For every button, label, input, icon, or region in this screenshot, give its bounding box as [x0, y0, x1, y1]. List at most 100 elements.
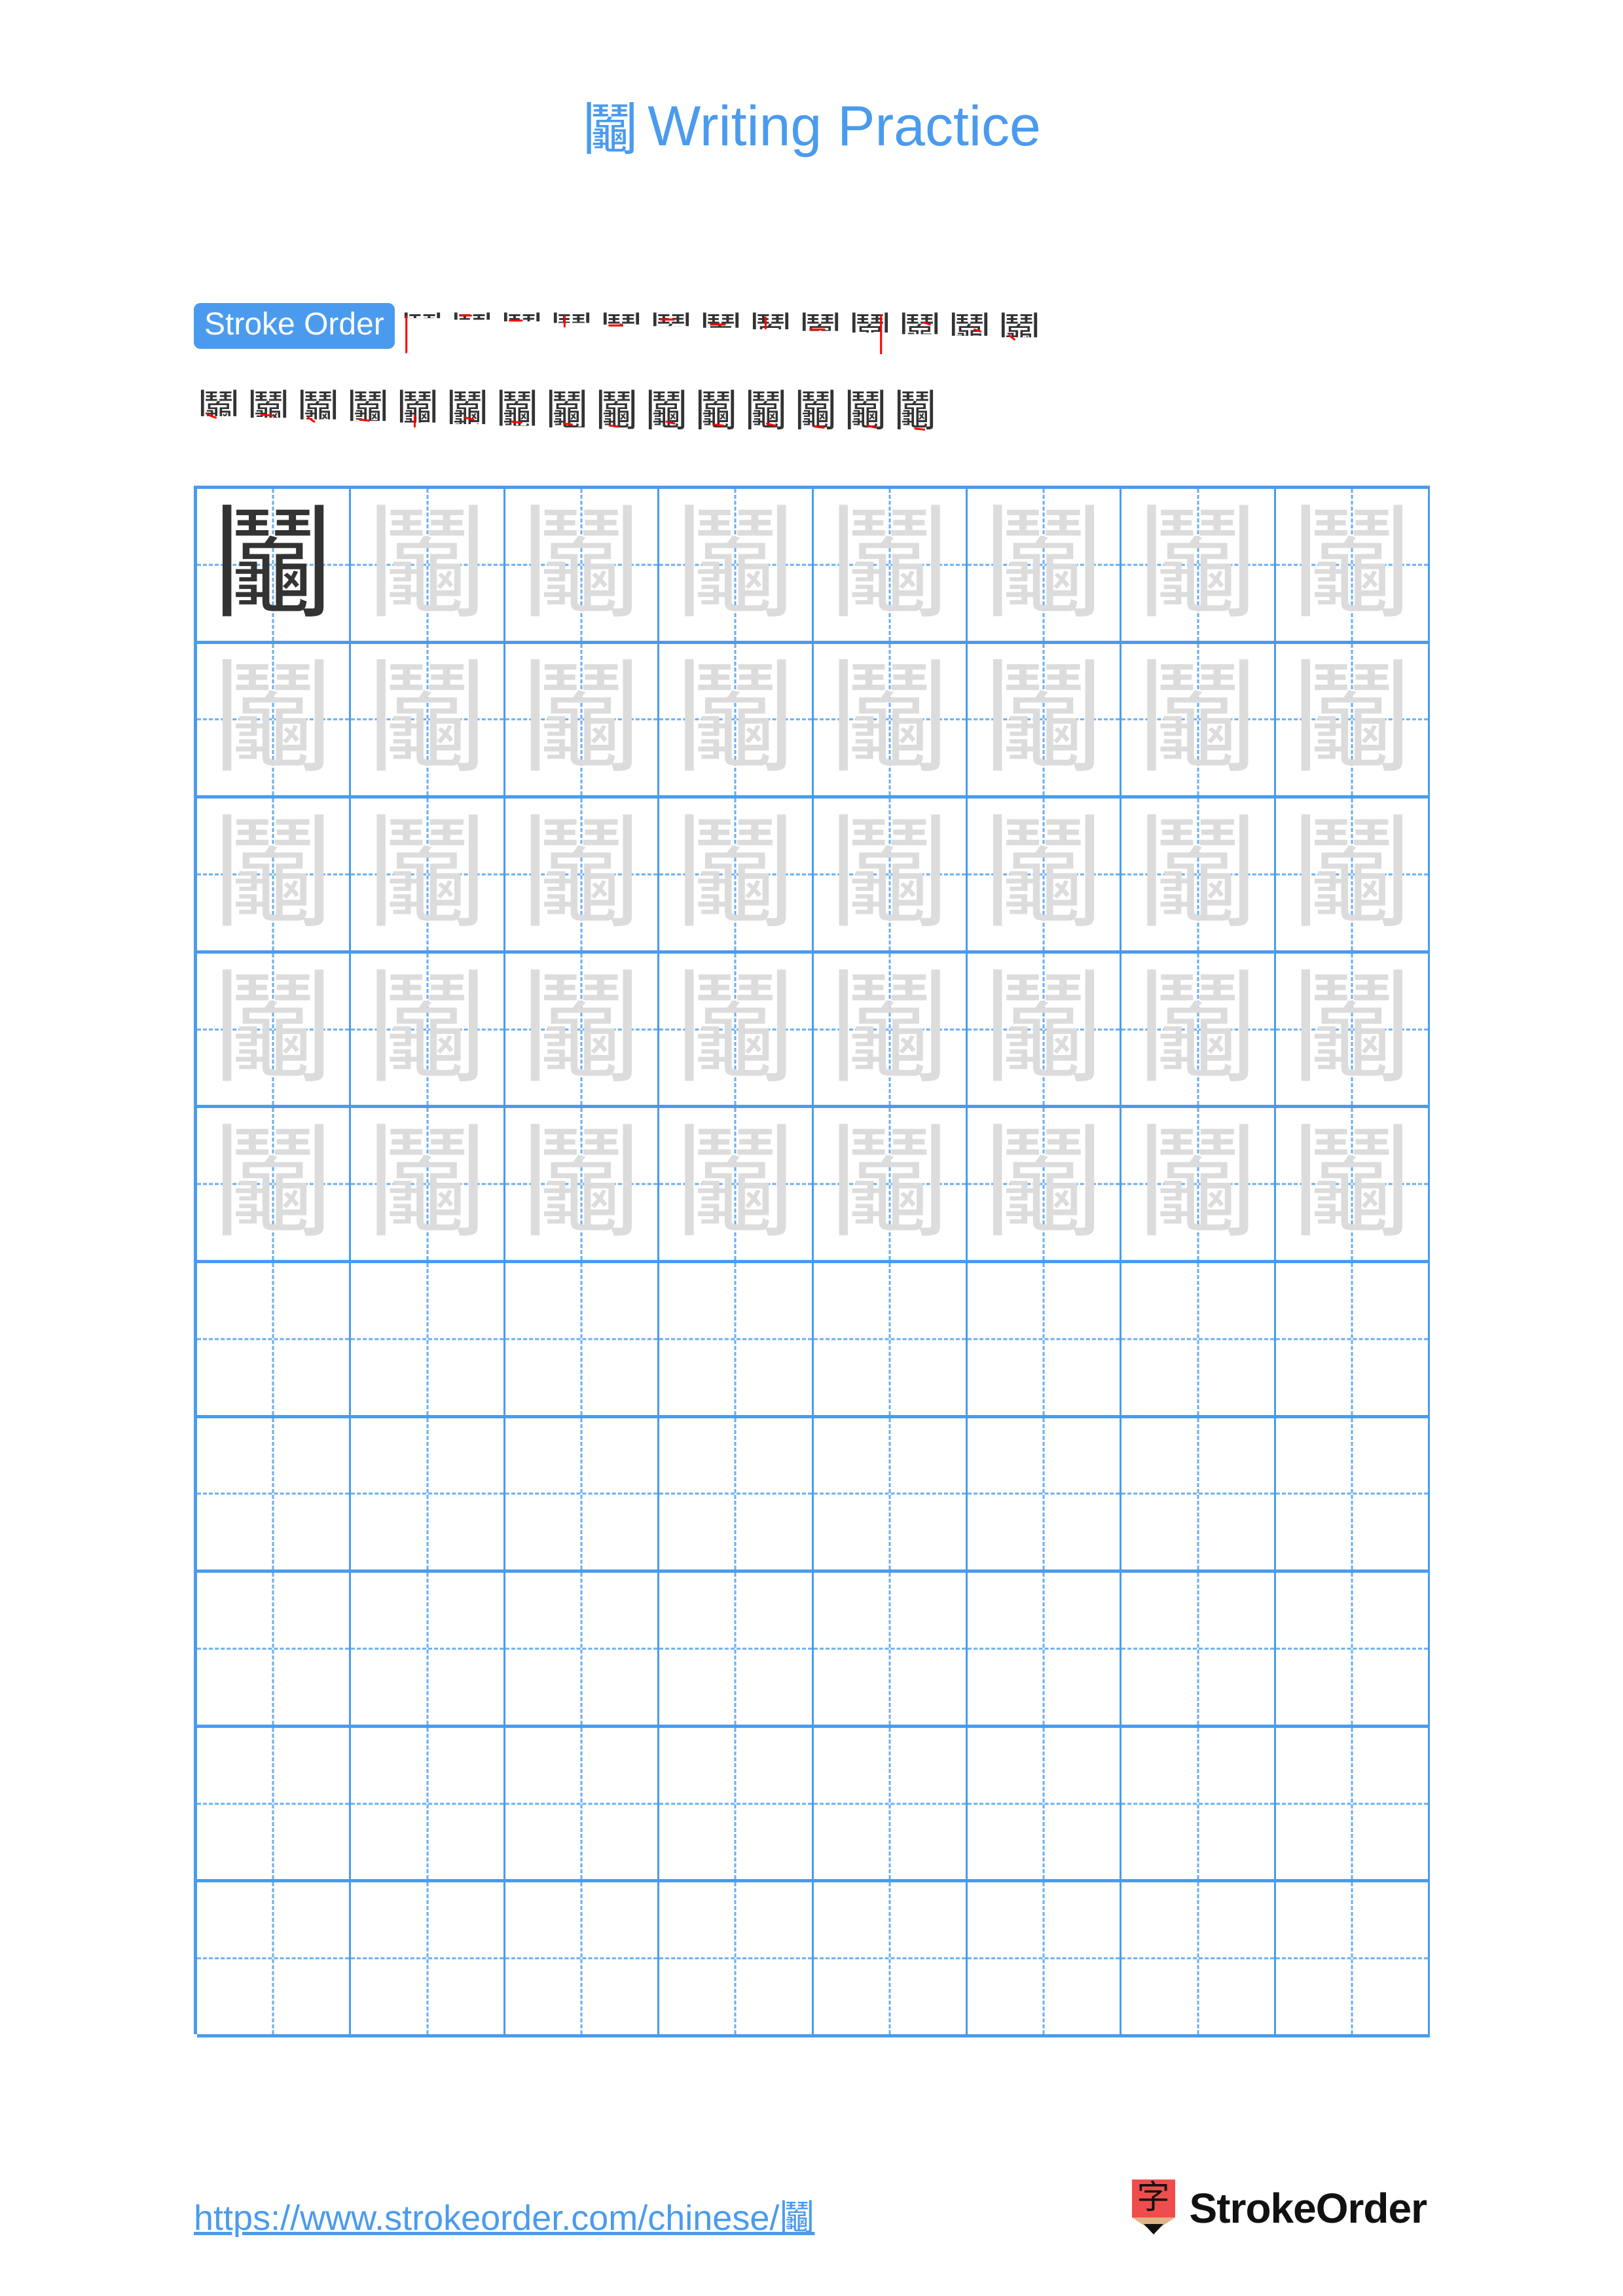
practice-cell-r1-c3[interactable]: 鬮: [505, 489, 660, 641]
horizontal-guide-line: [197, 1957, 350, 1960]
practice-cell-r5-c2[interactable]: 鬮: [351, 1108, 505, 1260]
source-url-link[interactable]: https://www.strokeorder.com/chinese/鬮: [194, 2189, 814, 2240]
practice-grid-row: [197, 1727, 1431, 1883]
practice-cell-r9-c8[interactable]: [1275, 1727, 1431, 1880]
practice-cell-r7-c2[interactable]: [351, 1418, 505, 1570]
practice-cell-r5-c4[interactable]: 鬮: [659, 1108, 814, 1260]
practice-cell-r8-c3[interactable]: [505, 1573, 660, 1725]
practice-cell-r1-c5[interactable]: 鬮: [813, 489, 968, 641]
practice-cell-r3-c2[interactable]: 鬮: [351, 798, 505, 950]
practice-cell-r8-c4[interactable]: [659, 1573, 814, 1725]
practice-cell-r2-c6[interactable]: 鬮: [967, 643, 1122, 796]
practice-cell-r10-c5[interactable]: [813, 1882, 968, 2034]
practice-cell-r3-c7[interactable]: 鬮: [1122, 798, 1276, 950]
practice-cell-r2-c7[interactable]: 鬮: [1122, 643, 1276, 796]
practice-cell-r3-c6[interactable]: 鬮: [967, 798, 1122, 950]
horizontal-guide-line: [967, 1957, 1120, 1960]
practice-cell-r3-c1[interactable]: 鬮: [197, 798, 352, 950]
practice-cell-r7-c6[interactable]: [967, 1418, 1122, 1570]
practice-cell-r4-c7[interactable]: 鬮: [1122, 953, 1276, 1105]
practice-cell-r10-c8[interactable]: [1275, 1882, 1431, 2034]
practice-cell-r9-c3[interactable]: [505, 1727, 660, 1880]
svg-text:鬮: 鬮: [545, 386, 588, 436]
practice-cell-r6-c1[interactable]: [197, 1263, 352, 1415]
practice-cell-r3-c8[interactable]: 鬮: [1275, 798, 1431, 950]
practice-cell-r6-c6[interactable]: [967, 1263, 1122, 1415]
tracing-character: 鬮: [674, 648, 797, 791]
practice-cell-r2-c8[interactable]: 鬮: [1275, 643, 1431, 796]
practice-cell-r4-c5[interactable]: 鬮: [813, 953, 968, 1105]
practice-cell-r10-c3[interactable]: [505, 1882, 660, 2034]
practice-grid-row: [197, 1418, 1431, 1573]
practice-cell-r8-c1[interactable]: [197, 1573, 352, 1725]
stroke-step-23: 鬮: [642, 375, 691, 448]
practice-cell-r1-c6[interactable]: 鬮: [967, 489, 1122, 641]
practice-cell-r5-c5[interactable]: 鬮: [813, 1108, 968, 1260]
practice-cell-r3-c4[interactable]: 鬮: [659, 798, 814, 950]
tracing-character: 鬮: [983, 648, 1105, 791]
practice-cell-r8-c7[interactable]: [1122, 1573, 1276, 1725]
stroke-step-12: 鬮: [945, 298, 994, 371]
practice-cell-r6-c8[interactable]: [1275, 1263, 1431, 1415]
practice-cell-r8-c8[interactable]: [1275, 1573, 1431, 1725]
practice-cell-r1-c8[interactable]: 鬮: [1275, 489, 1431, 641]
stroke-order-badge: Stroke Order: [194, 303, 395, 350]
practice-cell-r8-c2[interactable]: [351, 1573, 505, 1725]
practice-cell-r5-c3[interactable]: 鬮: [505, 1108, 660, 1260]
horizontal-guide-line: [659, 1957, 812, 1960]
practice-cell-r6-c7[interactable]: [1122, 1263, 1276, 1415]
practice-cell-r6-c2[interactable]: [351, 1263, 505, 1415]
practice-cell-r7-c4[interactable]: [659, 1418, 814, 1570]
practice-cell-r3-c5[interactable]: 鬮: [813, 798, 968, 950]
practice-cell-r7-c1[interactable]: [197, 1418, 352, 1570]
practice-cell-r9-c5[interactable]: [813, 1727, 968, 1880]
practice-cell-r7-c7[interactable]: [1122, 1418, 1276, 1570]
practice-cell-r10-c6[interactable]: [967, 1882, 1122, 2034]
practice-cell-r9-c1[interactable]: [197, 1727, 352, 1880]
practice-cell-r1-c4[interactable]: 鬮: [659, 489, 814, 641]
practice-cell-r6-c5[interactable]: [813, 1263, 968, 1415]
practice-cell-r4-c1[interactable]: 鬮: [197, 953, 352, 1105]
practice-cell-r2-c3[interactable]: 鬮: [505, 643, 660, 796]
practice-cell-r4-c4[interactable]: 鬮: [659, 953, 814, 1105]
practice-cell-r2-c4[interactable]: 鬮: [659, 643, 814, 796]
practice-cell-r5-c1[interactable]: 鬮: [197, 1108, 352, 1260]
practice-cell-r8-c6[interactable]: [967, 1573, 1122, 1725]
practice-cell-r8-c5[interactable]: [813, 1573, 968, 1725]
practice-cell-r2-c5[interactable]: 鬮: [813, 643, 968, 796]
practice-cell-r1-c2[interactable]: 鬮: [351, 489, 505, 641]
horizontal-guide-line: [505, 1492, 658, 1495]
practice-cell-r9-c7[interactable]: [1122, 1727, 1276, 1880]
practice-cell-r7-c3[interactable]: [505, 1418, 660, 1570]
horizontal-guide-line: [197, 1338, 350, 1340]
practice-cell-r9-c4[interactable]: [659, 1727, 814, 1880]
practice-cell-r10-c1[interactable]: [197, 1882, 352, 2034]
practice-cell-r6-c4[interactable]: [659, 1263, 814, 1415]
practice-cell-r5-c6[interactable]: 鬮: [967, 1108, 1122, 1260]
practice-cell-r7-c8[interactable]: [1275, 1418, 1431, 1570]
practice-cell-r6-c3[interactable]: [505, 1263, 660, 1415]
practice-cell-r1-c7[interactable]: 鬮: [1122, 489, 1276, 641]
practice-cell-r4-c8[interactable]: 鬮: [1275, 953, 1431, 1105]
horizontal-guide-line: [659, 1492, 812, 1495]
brand-lockup: 字 StrokeOrder: [1131, 2179, 1427, 2237]
practice-cell-r7-c5[interactable]: [813, 1418, 968, 1570]
practice-cell-r10-c2[interactable]: [351, 1882, 505, 2034]
stroke-step-5: 鬮: [596, 298, 646, 371]
practice-cell-r2-c1[interactable]: 鬮: [197, 643, 352, 796]
practice-cell-r3-c3[interactable]: 鬮: [505, 798, 660, 950]
tracing-character: 鬮: [828, 802, 951, 945]
practice-cell-r5-c8[interactable]: 鬮: [1275, 1108, 1431, 1260]
practice-cell-r5-c7[interactable]: 鬮: [1122, 1108, 1276, 1260]
practice-grid-row: 鬮鬮鬮鬮鬮鬮鬮鬮: [197, 798, 1431, 954]
practice-cell-r4-c2[interactable]: 鬮: [351, 953, 505, 1105]
svg-text:鬮: 鬮: [848, 309, 891, 359]
practice-cell-r9-c2[interactable]: [351, 1727, 505, 1880]
practice-cell-r10-c7[interactable]: [1122, 1882, 1276, 2034]
practice-cell-r4-c3[interactable]: 鬮: [505, 953, 660, 1105]
practice-cell-r1-c1[interactable]: 鬮: [197, 489, 352, 641]
practice-cell-r4-c6[interactable]: 鬮: [967, 953, 1122, 1105]
practice-cell-r10-c4[interactable]: [659, 1882, 814, 2034]
practice-cell-r9-c6[interactable]: [967, 1727, 1122, 1880]
practice-cell-r2-c2[interactable]: 鬮: [351, 643, 505, 796]
